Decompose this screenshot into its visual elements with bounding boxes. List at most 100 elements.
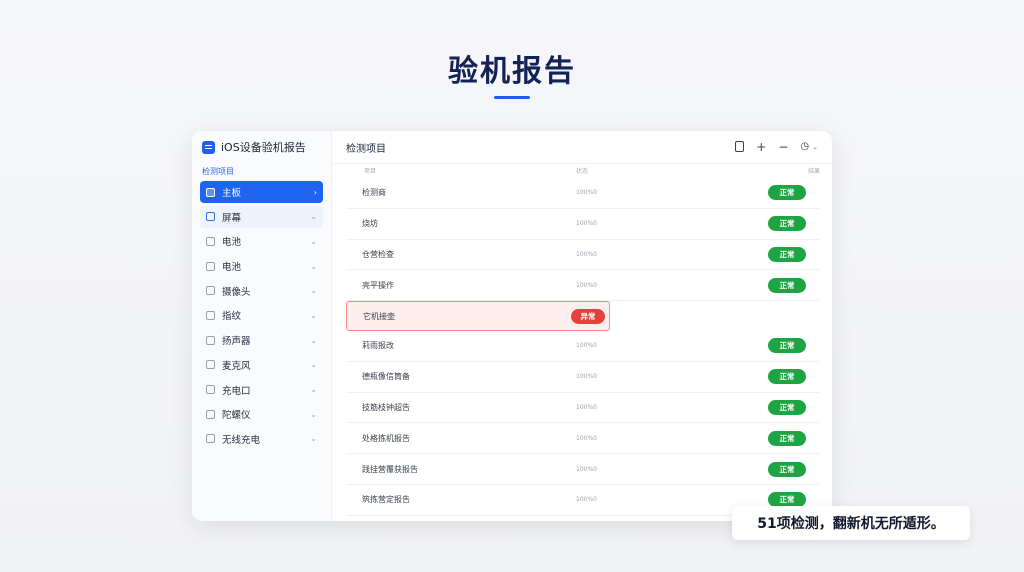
sidebar-item-label: 摄像头 <box>222 286 251 298</box>
status-badge-error: 异常 <box>571 308 605 324</box>
sidebar-item-motherboard[interactable]: 主板 › <box>200 181 323 203</box>
report-window: iOS设备验机报告 检测项目 主板 › 屏幕 ⌄ 电池 ⌄ 电池 ⌄ 摄像头 ⌄… <box>192 131 832 521</box>
clock-icon: ◷ <box>800 141 810 152</box>
row-name: 仓营检查 <box>362 249 394 259</box>
sidebar-item-label: 无线充电 <box>222 434 261 446</box>
row-detail: 100%0 <box>576 189 597 197</box>
battery-icon <box>206 261 215 271</box>
speaker-icon <box>206 335 215 345</box>
chevron-down-icon: ⌄ <box>310 212 317 222</box>
row-detail: 100%0 <box>576 403 597 411</box>
chevron-down-icon: ⌄ <box>310 434 317 444</box>
title-underline <box>494 96 530 99</box>
chevron-down-icon: ⌄ <box>310 261 317 271</box>
main-title: 检测项目 <box>346 143 386 155</box>
chevron-down-icon: ⌄ <box>310 385 317 394</box>
gyroscope-icon <box>206 409 215 419</box>
table-row[interactable]: 仓营检查 100%0 正常 <box>346 240 820 271</box>
row-name: 践挂营覆获报告 <box>362 464 418 474</box>
table-row-abnormal[interactable]: 它机接壶 异常 <box>346 301 610 331</box>
row-name: 烧坊 <box>362 219 378 229</box>
row-detail: 100%0 <box>576 281 597 289</box>
row-detail: 100%0 <box>576 250 597 258</box>
sidebar-item-label: 主板 <box>222 188 242 199</box>
sidebar-item-speaker[interactable]: 扬声器 ⌄ <box>200 329 323 351</box>
history-dropdown[interactable]: ◷ ⌄ <box>800 142 818 152</box>
row-name: 筑拣营定报告 <box>362 495 410 505</box>
row-detail: 100%0 <box>576 496 597 504</box>
chevron-down-icon: ⌄ <box>310 409 317 419</box>
chevron-down-icon: ⌄ <box>310 360 317 370</box>
chevron-down-icon: ⌄ <box>310 310 317 320</box>
status-badge: 正常 <box>768 216 806 232</box>
sidebar-nav: 主板 › 屏幕 ⌄ 电池 ⌄ 电池 ⌄ 摄像头 ⌄ 指纹 ⌄ 扬声器 ⌄ 麦克风… <box>192 181 331 450</box>
main-header: 检测项目 + − ◷ ⌄ <box>332 131 832 164</box>
table-row[interactable]: 技筋枝钟超告 100%0 正常 <box>346 393 820 424</box>
sidebar-item-label: 扬声器 <box>222 336 251 348</box>
chevron-right-icon: › <box>313 187 317 197</box>
chevron-down-icon: ⌄ <box>310 286 317 296</box>
row-detail: 100%0 <box>576 373 597 381</box>
sidebar-item-battery[interactable]: 电池 ⌄ <box>200 230 323 252</box>
sidebar-item-label: 指纹 <box>222 311 242 323</box>
table-row[interactable]: 处格拣机报告 100%0 正常 <box>346 423 820 455</box>
sidebar-item-screen[interactable]: 屏幕 ⌄ <box>200 205 323 228</box>
column-header-result: 结果 <box>808 168 821 175</box>
chevron-down-icon: ⌄ <box>310 236 317 246</box>
sidebar-item-wireless-charging[interactable]: 无线充电 ⌄ <box>200 428 323 450</box>
column-header-status: 状态 <box>576 168 589 175</box>
page-title: 验机报告 <box>448 54 576 89</box>
table-row[interactable]: 亮平操作 100%0 正常 <box>346 270 820 302</box>
camera-icon <box>206 286 215 296</box>
table-row[interactable]: 践挂营覆获报告 100%0 正常 <box>346 454 820 485</box>
remove-button[interactable]: − <box>778 141 788 153</box>
status-badge: 正常 <box>768 399 806 415</box>
column-headers: 项目 状态 结果 <box>332 166 832 176</box>
row-name: 亮平操作 <box>362 280 394 290</box>
sidebar-item-battery-2[interactable]: 电池 ⌄ <box>200 255 323 277</box>
screen-icon <box>206 212 215 222</box>
chevron-down-icon: ⌄ <box>310 335 317 345</box>
home-icon <box>206 187 215 197</box>
row-detail: 100%0 <box>576 342 597 350</box>
document-icon <box>735 140 745 152</box>
sidebar-item-label: 屏幕 <box>222 212 242 224</box>
sidebar-item-microphone[interactable]: 麦克风 ⌄ <box>200 354 323 376</box>
column-header-item: 项目 <box>364 168 377 175</box>
row-name: 莉雨报改 <box>362 341 394 351</box>
sidebar-item-label: 充电口 <box>222 385 251 397</box>
row-detail: 100%0 <box>576 465 597 473</box>
row-name: 德瓶像信筒备 <box>362 372 410 382</box>
sidebar-item-label: 陀螺仪 <box>222 410 251 422</box>
main-panel: 检测项目 + − ◷ ⌄ 项目 状态 结果 检测商 100%0 正常 烧坊 10… <box>332 131 832 521</box>
row-name: 处格拣机报告 <box>362 433 410 443</box>
sidebar-item-label: 电池 <box>222 262 242 274</box>
sidebar-item-charging-port[interactable]: 充电口 ⌄ <box>200 379 323 401</box>
section-label: 检测项目 <box>202 167 234 176</box>
sidebar-item-gyroscope[interactable]: 陀螺仪 ⌄ <box>200 403 323 425</box>
row-detail: 100%0 <box>576 434 597 442</box>
status-badge: 正常 <box>768 185 806 201</box>
microphone-icon <box>206 360 215 370</box>
status-badge: 正常 <box>768 369 806 385</box>
app-title: iOS设备验机报告 <box>221 141 306 154</box>
sidebar-item-fingerprint[interactable]: 指纹 ⌄ <box>200 304 323 326</box>
add-button[interactable]: + <box>756 141 766 153</box>
charging-port-icon <box>206 385 215 394</box>
check-list: 检测商 100%0 正常 烧坊 100%0 正常 仓营检查 100%0 正常 亮… <box>346 178 820 516</box>
document-button[interactable] <box>735 140 745 154</box>
table-row[interactable]: 莉雨报改 100%0 正常 <box>346 331 820 362</box>
table-row[interactable]: 烧坊 100%0 正常 <box>346 209 820 240</box>
sidebar-item-label: 电池 <box>222 237 242 249</box>
row-name: 技筋枝钟超告 <box>362 402 410 412</box>
status-badge: 正常 <box>768 246 806 262</box>
battery-icon <box>206 236 215 246</box>
sidebar-item-camera[interactable]: 摄像头 ⌄ <box>200 280 323 302</box>
status-badge: 正常 <box>768 461 806 477</box>
status-badge: 正常 <box>768 277 806 293</box>
table-row[interactable]: 德瓶像信筒备 100%0 正常 <box>346 362 820 393</box>
table-row[interactable]: 检测商 100%0 正常 <box>346 178 820 209</box>
caption: 51项检测，翻新机无所遁形。 <box>732 506 970 540</box>
fingerprint-icon <box>206 310 215 320</box>
row-name: 检测商 <box>362 188 386 198</box>
